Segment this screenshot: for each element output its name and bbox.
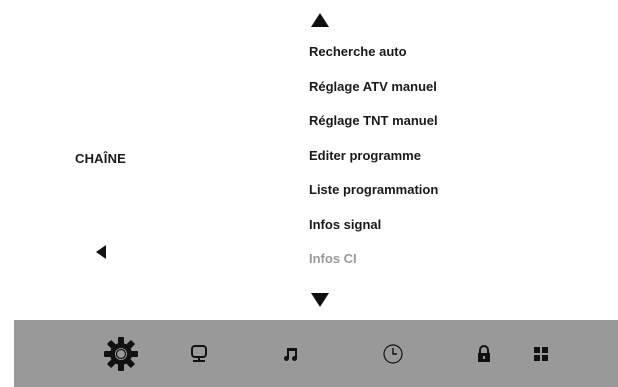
menu-item-recherche-auto[interactable]: Recherche auto bbox=[309, 43, 438, 78]
menu-item-reglage-tnt-manuel[interactable]: Réglage TNT manuel bbox=[309, 112, 438, 147]
gear-icon bbox=[104, 336, 138, 371]
lock-icon bbox=[478, 344, 490, 362]
tab-sound[interactable] bbox=[276, 320, 306, 387]
scroll-down-arrow-icon[interactable] bbox=[311, 293, 329, 307]
scroll-up-arrow-icon[interactable] bbox=[311, 13, 329, 27]
section-title: CHAÎNE bbox=[75, 151, 127, 166]
tab-channel-gear[interactable] bbox=[96, 320, 146, 387]
menu-item-reglage-atv-manuel[interactable]: Réglage ATV manuel bbox=[309, 78, 438, 113]
clock-icon bbox=[383, 343, 403, 364]
music-note-icon bbox=[284, 347, 297, 361]
tab-time[interactable] bbox=[378, 320, 408, 387]
settings-tab-bar bbox=[14, 320, 618, 387]
tab-lock[interactable] bbox=[469, 320, 499, 387]
channel-menu-list: Recherche auto Réglage ATV manuel Réglag… bbox=[309, 43, 438, 285]
back-arrow-icon[interactable] bbox=[96, 245, 106, 259]
tab-picture[interactable] bbox=[184, 320, 214, 387]
tab-settings-grid[interactable] bbox=[526, 320, 556, 387]
grid-icon bbox=[534, 346, 548, 361]
tv-menu-screen: CHAÎNE Recherche auto Réglage ATV manuel… bbox=[0, 0, 618, 387]
monitor-icon bbox=[191, 344, 207, 362]
menu-item-editer-programme[interactable]: Editer programme bbox=[309, 147, 438, 182]
menu-item-infos-signal[interactable]: Infos signal bbox=[309, 216, 438, 251]
menu-item-liste-programmation[interactable]: Liste programmation bbox=[309, 181, 438, 216]
menu-item-infos-ci: Infos CI bbox=[309, 251, 357, 266]
